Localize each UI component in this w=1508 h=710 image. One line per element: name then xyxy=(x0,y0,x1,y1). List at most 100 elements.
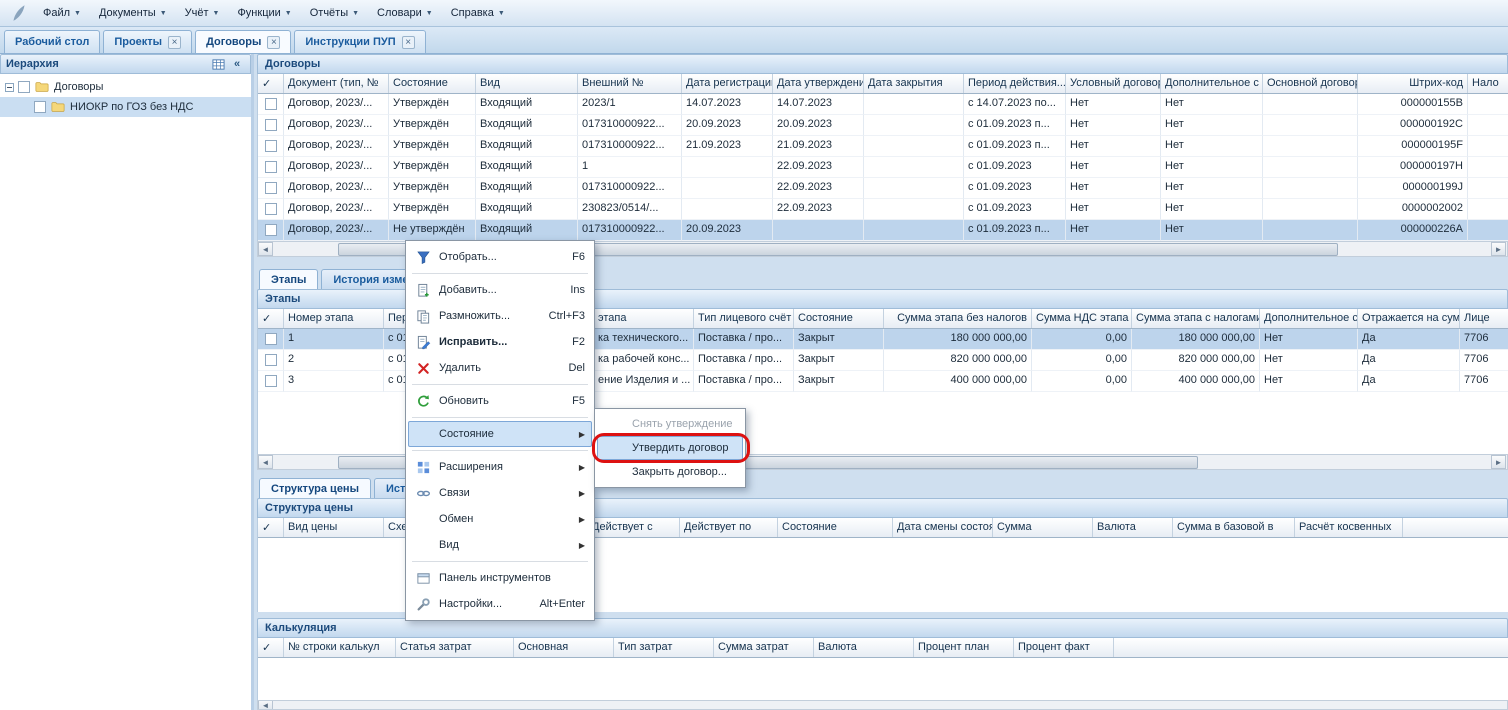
tree-node-0[interactable]: Договоры xyxy=(0,77,251,97)
context-menu-item-13[interactable]: Обмен▶ xyxy=(408,506,592,532)
context-menu-item-4[interactable]: Исправить...F2 xyxy=(408,329,592,355)
context-menu-item-16[interactable]: Панель инструментов xyxy=(408,565,592,591)
column-header[interactable]: Сумма xyxy=(993,518,1093,537)
column-header[interactable]: Сумма в базовой в xyxy=(1173,518,1295,537)
select-column-header[interactable]: ✓ xyxy=(258,74,284,93)
stages-tab-0[interactable]: Этапы xyxy=(259,269,318,289)
tree-expander-icon[interactable] xyxy=(5,83,14,92)
column-header[interactable]: Дата утверждения xyxy=(773,74,864,93)
column-header[interactable]: Вид xyxy=(476,74,578,93)
close-icon[interactable]: × xyxy=(402,36,415,49)
collapse-panel-icon[interactable]: « xyxy=(229,57,245,72)
submenu-item-2[interactable]: Закрыть договор... xyxy=(597,460,743,484)
submenu-item-1[interactable]: Утвердить договор xyxy=(597,436,743,460)
context-menu-item-3[interactable]: Размножить...Ctrl+F3 xyxy=(408,303,592,329)
menu-item-6[interactable]: Справка▼ xyxy=(442,2,514,24)
row-checkbox[interactable] xyxy=(265,119,277,131)
select-column-header[interactable]: ✓ xyxy=(258,518,284,537)
column-header[interactable]: Процент факт xyxy=(1014,638,1114,657)
column-header[interactable]: Состояние xyxy=(794,309,884,328)
column-header[interactable]: Сумма этапа без налогов xyxy=(884,309,1032,328)
submenu-item-0[interactable]: Снять утверждение xyxy=(597,412,743,436)
column-header[interactable]: Лице xyxy=(1460,309,1508,328)
column-header[interactable]: Дата закрытия xyxy=(864,74,964,93)
column-header[interactable]: Сумма этапа с налогами xyxy=(1132,309,1260,328)
select-column-header[interactable]: ✓ xyxy=(258,309,284,328)
context-menu-item-0[interactable]: Отобрать...F6 xyxy=(408,244,592,270)
column-header[interactable]: Отражается на сум xyxy=(1358,309,1460,328)
column-header[interactable]: Сумма затрат xyxy=(714,638,814,657)
column-header[interactable]: Нало xyxy=(1468,74,1508,93)
scroll-right-arrow[interactable]: ► xyxy=(1491,455,1506,469)
context-menu-item-9[interactable]: Состояние▶ xyxy=(408,421,592,447)
context-menu-item-17[interactable]: Настройки...Alt+Enter xyxy=(408,591,592,617)
column-header[interactable]: Основной договор xyxy=(1263,74,1358,93)
scroll-left-arrow[interactable]: ◄ xyxy=(258,455,273,469)
column-header[interactable]: Документ (тип, № xyxy=(284,74,389,93)
table-row[interactable]: Договор, 2023/...Не утверждёнВходящий017… xyxy=(258,220,1508,241)
tree-checkbox[interactable] xyxy=(34,101,46,113)
table-row[interactable]: Договор, 2023/...УтверждёнВходящий017310… xyxy=(258,136,1508,157)
column-header[interactable]: Штрих-код xyxy=(1358,74,1468,93)
row-checkbox[interactable] xyxy=(265,203,277,215)
column-header[interactable]: Условный договор xyxy=(1066,74,1161,93)
column-header[interactable]: Сумма НДС этапа xyxy=(1032,309,1132,328)
menu-item-0[interactable]: Файл▼ xyxy=(34,2,90,24)
column-header[interactable]: Внешний № xyxy=(578,74,682,93)
menu-item-3[interactable]: Функции▼ xyxy=(228,2,300,24)
column-header[interactable]: № строки калькул xyxy=(284,638,396,657)
column-header[interactable]: Действует с xyxy=(588,518,680,537)
tab-0[interactable]: Рабочий стол xyxy=(4,30,100,53)
close-icon[interactable]: × xyxy=(267,36,280,49)
row-checkbox[interactable] xyxy=(265,333,277,345)
column-header[interactable]: Валюта xyxy=(814,638,914,657)
column-header[interactable]: Тип лицевого счёт xyxy=(694,309,794,328)
menu-item-2[interactable]: Учёт▼ xyxy=(176,2,229,24)
row-checkbox[interactable] xyxy=(265,140,277,152)
column-header[interactable]: Номер этапа xyxy=(284,309,384,328)
context-menu-item-5[interactable]: УдалитьDel xyxy=(408,355,592,381)
row-checkbox[interactable] xyxy=(265,354,277,366)
table-row[interactable]: Договор, 2023/...УтверждёнВходящий122.09… xyxy=(258,157,1508,178)
row-checkbox[interactable] xyxy=(265,182,277,194)
column-header[interactable]: Состояние xyxy=(778,518,893,537)
row-checkbox[interactable] xyxy=(265,224,277,236)
context-menu-item-12[interactable]: Связи▶ xyxy=(408,480,592,506)
tab-1[interactable]: Проекты× xyxy=(103,30,192,53)
row-checkbox[interactable] xyxy=(265,375,277,387)
price-tab-0[interactable]: Структура цены xyxy=(259,478,371,498)
table-row[interactable]: Договор, 2023/...УтверждёнВходящий2023/1… xyxy=(258,94,1508,115)
context-menu-item-11[interactable]: Расширения▶ xyxy=(408,454,592,480)
tab-2[interactable]: Договоры× xyxy=(195,30,291,53)
column-header[interactable]: Дополнительное с xyxy=(1260,309,1358,328)
tree-node-1[interactable]: НИОКР по ГОЗ без НДС xyxy=(0,97,251,117)
table-row[interactable]: Договор, 2023/...УтверждёнВходящий017310… xyxy=(258,115,1508,136)
row-checkbox[interactable] xyxy=(265,98,277,110)
menu-item-4[interactable]: Отчёты▼ xyxy=(301,2,368,24)
context-menu-item-2[interactable]: Добавить...Ins xyxy=(408,277,592,303)
column-header[interactable]: Валюта xyxy=(1093,518,1173,537)
column-header[interactable]: Статья затрат xyxy=(396,638,514,657)
table-row[interactable]: Договор, 2023/...УтверждёнВходящий230823… xyxy=(258,199,1508,220)
column-header[interactable]: Основная xyxy=(514,638,614,657)
column-header[interactable]: Тип затрат xyxy=(614,638,714,657)
tree-checkbox[interactable] xyxy=(18,81,30,93)
column-header[interactable]: Процент план xyxy=(914,638,1014,657)
column-header[interactable]: Дополнительное с xyxy=(1161,74,1263,93)
column-header[interactable]: Состояние xyxy=(389,74,476,93)
row-checkbox[interactable] xyxy=(265,161,277,173)
scroll-right-arrow[interactable]: ► xyxy=(1491,242,1506,256)
close-icon[interactable]: × xyxy=(168,36,181,49)
select-column-header[interactable]: ✓ xyxy=(258,638,284,657)
context-menu-item-14[interactable]: Вид▶ xyxy=(408,532,592,558)
column-header[interactable]: Вид цены xyxy=(284,518,384,537)
table-view-icon[interactable] xyxy=(210,57,226,72)
scroll-left-arrow[interactable]: ◄ xyxy=(258,700,273,710)
column-header[interactable]: Расчёт косвенных xyxy=(1295,518,1403,537)
column-header[interactable]: Период действия... xyxy=(964,74,1066,93)
column-header[interactable]: Дата регистрации xyxy=(682,74,773,93)
context-menu-item-7[interactable]: ОбновитьF5 xyxy=(408,388,592,414)
tab-3[interactable]: Инструкции ПУП× xyxy=(294,30,425,53)
table-row[interactable]: Договор, 2023/...УтверждёнВходящий017310… xyxy=(258,178,1508,199)
menu-item-5[interactable]: Словари▼ xyxy=(368,2,442,24)
